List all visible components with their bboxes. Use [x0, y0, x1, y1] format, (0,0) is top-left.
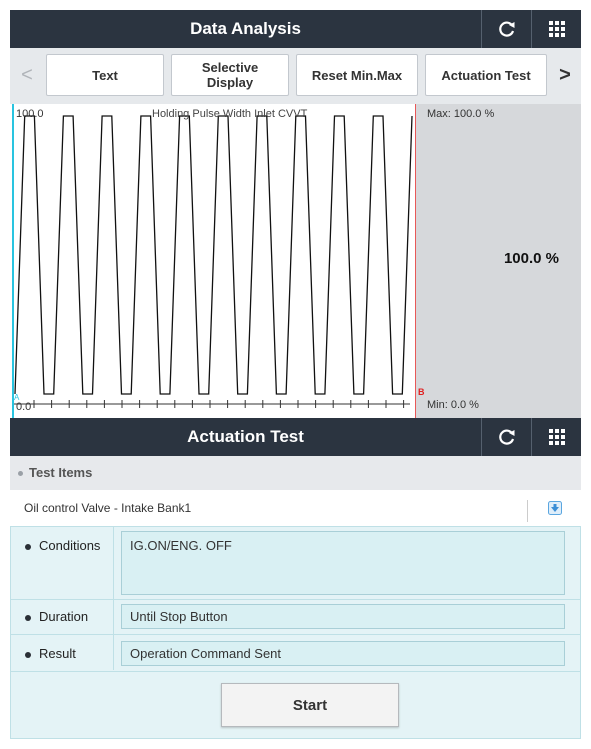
result-label-text: Result: [39, 646, 76, 661]
tab-text[interactable]: Text: [46, 54, 164, 96]
current-value: 100.0 %: [503, 250, 559, 267]
y-min-label: 0.0: [16, 401, 31, 413]
tab-actuation-test[interactable]: Actuation Test: [425, 54, 547, 96]
conditions-field: IG.ON/ENG. OFF: [121, 531, 565, 595]
result-label: Result: [25, 646, 76, 661]
section-grid-button[interactable]: [531, 418, 582, 456]
tab-bar: < Text Selective Display Reset Min.Max A…: [10, 48, 581, 105]
max-label: Max: 100.0 %: [427, 108, 495, 120]
duration-label-text: Duration: [39, 609, 89, 624]
section-bar: Actuation Test: [10, 418, 581, 456]
grid-icon: [549, 429, 565, 445]
result-field: Operation Command Sent: [121, 641, 565, 666]
pulse-width-chart: 100.0 0.0 Holding Pulse Width Inlet CVVT…: [12, 104, 417, 418]
bullet-icon: [25, 651, 31, 658]
marker-b-label: B: [418, 387, 425, 397]
test-item-selector[interactable]: Oil control Valve - Intake Bank1: [10, 490, 581, 527]
title-bar: Data Analysis: [10, 10, 581, 48]
readout-panel: Max: 100.0 % 100.0 % B Min: 0.0 %: [416, 104, 581, 418]
page-title: Data Analysis: [190, 19, 301, 38]
test-items-title: Test Items: [29, 465, 93, 480]
refresh-icon: [499, 429, 515, 445]
conditions-label-text: Conditions: [39, 538, 101, 553]
tab-selective-display-label: Selective Display: [201, 60, 259, 90]
tab-reset-min-max[interactable]: Reset Min.Max: [296, 54, 418, 96]
marker-a-label: A: [14, 393, 20, 402]
tab-prev-arrow[interactable]: <: [12, 54, 42, 96]
min-label: Min: 0.0 %: [427, 399, 479, 411]
series-line: [14, 115, 413, 395]
test-items-header: Test Items: [10, 456, 581, 490]
divider: [11, 671, 580, 672]
tab-next-arrow[interactable]: >: [550, 54, 580, 96]
refresh-button[interactable]: [481, 10, 532, 48]
chart-title: Holding Pulse Width Inlet CVVT: [152, 108, 308, 120]
divider: [11, 599, 580, 600]
start-button[interactable]: Start: [221, 683, 399, 727]
refresh-icon: [499, 21, 515, 37]
y-max-label: 100.0: [16, 108, 44, 120]
tab-selective-display[interactable]: Selective Display: [171, 54, 289, 96]
section-title: Actuation Test: [187, 427, 304, 446]
test-item-label: Oil control Valve - Intake Bank1: [24, 501, 192, 515]
section-refresh-button[interactable]: [481, 418, 532, 456]
bullet-icon: [25, 543, 31, 550]
duration-label: Duration: [25, 609, 88, 624]
grid-icon: [549, 21, 565, 37]
divider: [11, 634, 580, 635]
graph-panel[interactable]: 100.0 0.0 Holding Pulse Width Inlet CVVT…: [10, 104, 417, 418]
bullet-icon: [25, 614, 31, 621]
grid-menu-button[interactable]: [531, 10, 582, 48]
bullet-icon: [18, 471, 23, 477]
conditions-label: Conditions: [25, 538, 100, 553]
duration-field: Until Stop Button: [121, 604, 565, 629]
divider: [527, 500, 528, 522]
dropdown-icon[interactable]: [548, 501, 562, 515]
test-details-panel: Conditions IG.ON/ENG. OFF Duration Until…: [10, 526, 581, 739]
